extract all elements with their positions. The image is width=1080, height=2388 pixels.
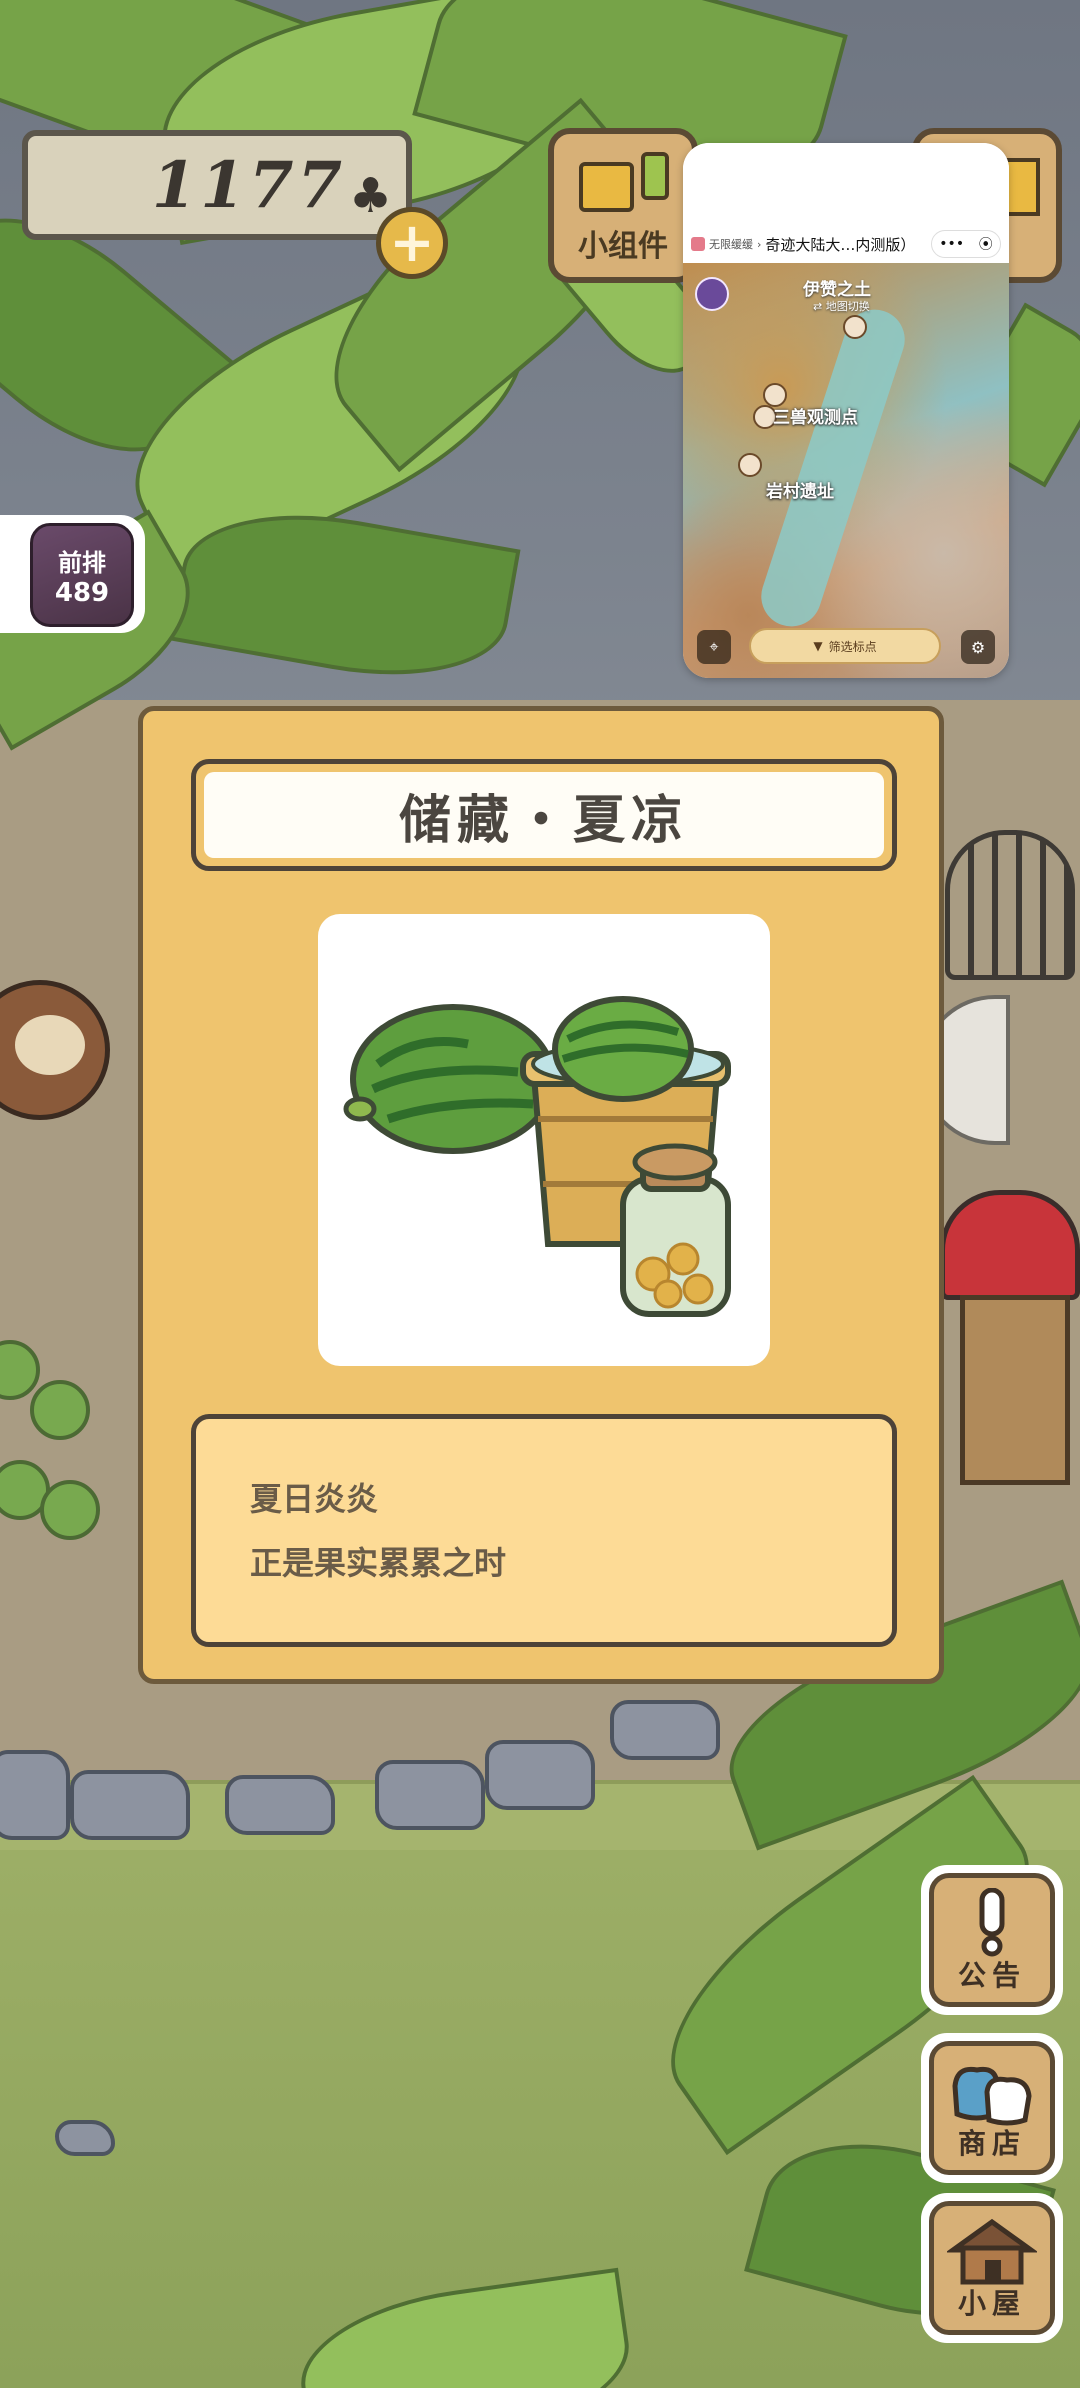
rank-avatar: 前排 489 <box>30 523 134 627</box>
user-avatar[interactable] <box>695 277 729 311</box>
app-logo-icon <box>691 237 705 251</box>
mini-program-window[interactable]: 无限缓缓 › 奇迹大陆大…内测版） ••• ⦿ 伊赞之土 ⇄ 地图切换 三兽观测… <box>683 143 1009 678</box>
house-icon <box>947 2218 1037 2285</box>
description-line: 夏日炎炎 <box>250 1480 379 1518</box>
add-currency-button[interactable]: + <box>376 207 448 279</box>
clover[interactable] <box>30 1380 90 1440</box>
shop-label: 商店 <box>957 2127 1026 2160</box>
stone <box>70 1770 190 1840</box>
mailbox[interactable] <box>940 1190 1080 1300</box>
capsule-menu: ••• ⦿ <box>931 230 1001 258</box>
stone <box>375 1760 485 1830</box>
mini-program-title-bar: 无限缓缓 › 奇迹大陆大…内测版） ••• ⦿ <box>683 225 1009 263</box>
map-river <box>753 301 913 635</box>
rank-label: 前排 <box>58 548 106 577</box>
rank-badge[interactable]: 前排 489 <box>0 515 145 633</box>
place-label[interactable]: 三兽观测点 <box>773 403 858 428</box>
clover-currency-counter: 1177 ♣ <box>22 130 412 240</box>
stone <box>225 1775 335 1835</box>
stone <box>0 1750 70 1840</box>
close-icon[interactable]: ⦿ <box>979 234 993 254</box>
rank-value: 489 <box>54 577 110 608</box>
dialog-description: 夏日炎炎 正是果实累累之时 <box>191 1414 897 1647</box>
dialog-title: 储藏・夏凉 <box>398 790 689 851</box>
clover-icon: ♣ <box>348 168 392 224</box>
stone <box>610 1700 720 1760</box>
filter-icon: ▼ <box>813 639 823 653</box>
filter-button[interactable]: ▼ 筛选标点 <box>749 628 941 664</box>
map-switch-link[interactable]: ⇄ 地图切换 <box>813 298 870 314</box>
widget-button[interactable]: 小组件 <box>548 128 698 283</box>
place-label[interactable]: 岩村遗址 <box>766 477 834 502</box>
bags-icon <box>952 2066 1032 2126</box>
filter-label: 筛选标点 <box>828 639 877 654</box>
stone <box>55 2120 115 2156</box>
map-marker[interactable] <box>843 315 867 339</box>
shop-button[interactable]: 商店 <box>921 2033 1063 2183</box>
item-dialog[interactable]: 储藏・夏凉 夏日炎炎 正是果实累累之时 <box>138 706 944 1684</box>
description-line: 正是果实累累之时 <box>250 1544 507 1582</box>
region-name: 伊赞之土 <box>803 280 871 300</box>
more-icon[interactable]: ••• <box>939 236 964 252</box>
location-pin-icon[interactable]: ⌖ <box>697 630 731 664</box>
exclamation-icon <box>979 1888 1005 1957</box>
fence-gate <box>945 830 1075 980</box>
watermelon-storage-icon <box>343 996 731 1317</box>
mini-title: 奇迹大陆大…内测版） <box>765 235 916 254</box>
notice-label: 公告 <box>957 1959 1026 1992</box>
dialog-title-frame: 储藏・夏凉 <box>191 759 897 871</box>
chevron-right-icon: › <box>757 237 762 251</box>
mini-map[interactable]: 伊赞之土 ⇄ 地图切换 三兽观测点 岩村遗址 ⌖ ▼ 筛选标点 ⚙ <box>683 263 1009 678</box>
widget-icon <box>579 152 669 212</box>
map-marker[interactable] <box>738 453 762 477</box>
house-button[interactable]: 小屋 <box>921 2193 1063 2343</box>
mini-program-header-blank <box>683 143 1009 225</box>
notice-button[interactable]: 公告 <box>921 1865 1063 2015</box>
clover[interactable] <box>40 1480 100 1540</box>
mini-source: 无限缓缓 <box>709 238 753 251</box>
mailbox-post <box>960 1295 1070 1485</box>
settings-icon[interactable]: ⚙ <box>961 630 995 664</box>
currency-value: 1177 <box>151 147 346 223</box>
stone <box>485 1740 595 1810</box>
item-image <box>318 914 770 1366</box>
dialog-title-plate: 储藏・夏凉 <box>204 772 884 858</box>
house-label: 小屋 <box>957 2287 1026 2320</box>
widget-label: 小组件 <box>578 229 668 264</box>
